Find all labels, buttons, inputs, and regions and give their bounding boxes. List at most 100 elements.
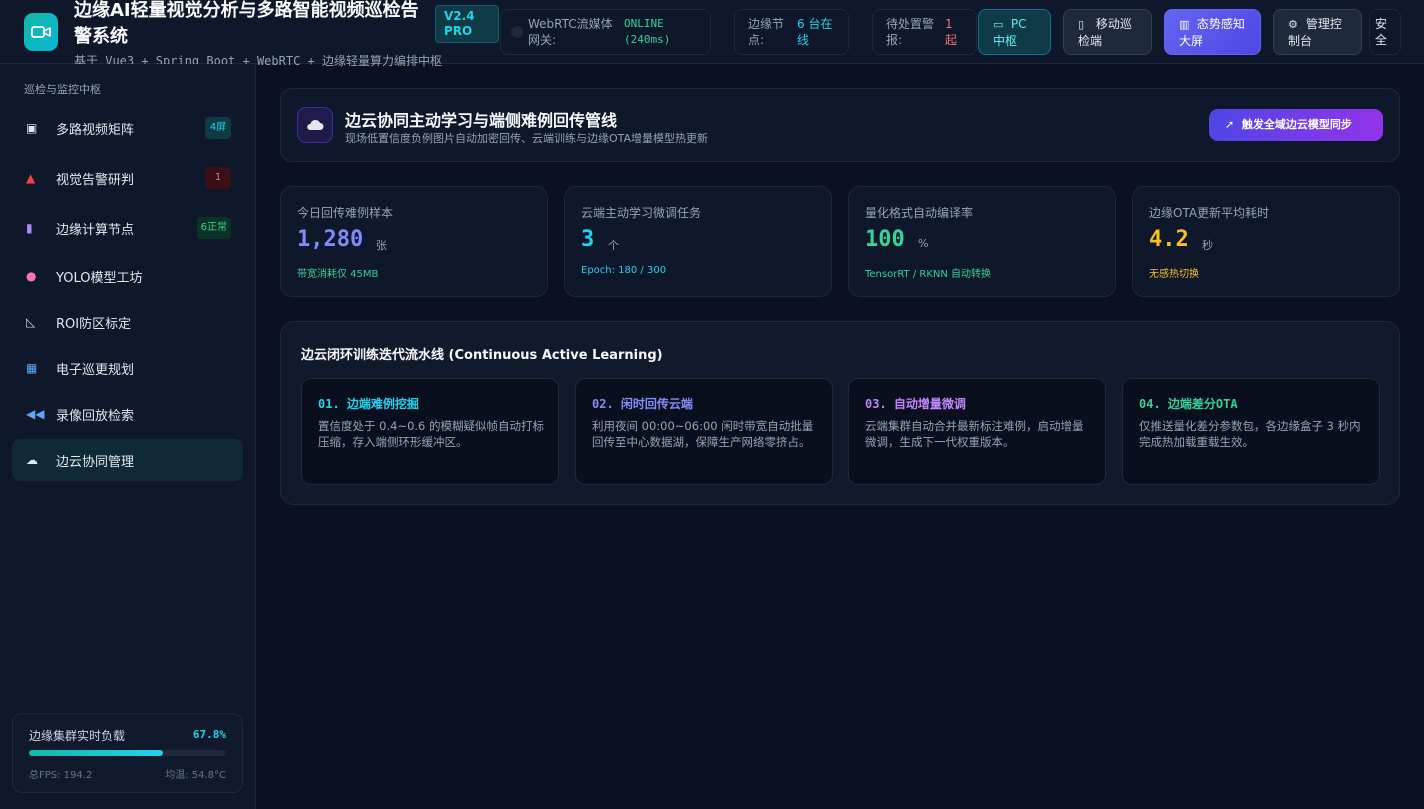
- camera-icon: ▣: [26, 121, 38, 135]
- pipeline-step-4: 04. 边端差分OTA 仅推送量化差分参数包，各边缘盒子 3 秒内完成热加载重载…: [1122, 378, 1380, 485]
- stat-card-ota-time: 边缘OTA更新平均耗时 4.2 秒 无感热切换: [1132, 186, 1400, 297]
- stat-card-compile-rate: 量化格式自动编译率 100 % TensorRT / RKNN 自动转换: [848, 186, 1116, 297]
- sidebar-item-label: ROI防区标定: [56, 316, 132, 332]
- stat-label: 今日回传难例样本: [297, 206, 394, 220]
- sidebar-item-label: 视觉告警研判: [56, 172, 135, 188]
- sidebar-heading: 巡检与监控中枢: [24, 83, 101, 96]
- ruler-icon: ◺: [26, 315, 36, 329]
- sidebar-item-video-matrix[interactable]: ▣ 多路视频矩阵 4屏: [12, 107, 243, 149]
- pipeline-title: 边云闭环训练迭代流水线 (Continuous Active Learning): [301, 348, 663, 363]
- stat-label: 云端主动学习微调任务: [581, 206, 702, 220]
- bar-chart-icon: ▥: [1179, 18, 1190, 31]
- step-title: 01. 边端难例挖掘: [318, 397, 419, 411]
- brain-icon: ●: [26, 269, 37, 283]
- page-subtitle: 现场低置信度负例图片自动加密回传、云端训练与边缘OTA增量模型热更新: [345, 132, 709, 145]
- stat-value: 1,280: [297, 227, 364, 252]
- cluster-load-fill: [29, 750, 163, 756]
- step-title: 04. 边端差分OTA: [1139, 397, 1238, 411]
- stat-note: 无感热切换: [1149, 269, 1199, 280]
- video-camera-logo-icon: [24, 13, 58, 51]
- phone-icon: ▯: [1078, 18, 1085, 31]
- sidebar-item-playback[interactable]: ◀◀ 录像回放检索: [12, 393, 243, 435]
- cluster-load-bar: [29, 750, 226, 756]
- sidebar-item-badge: 4屏: [205, 117, 231, 139]
- status-dot-icon: [511, 26, 523, 38]
- sidebar-item-label: 录像回放检索: [56, 408, 135, 424]
- version-badge: V2.4 PRO: [435, 5, 499, 43]
- sync-button-label: 触发全域边云模型同步: [1241, 118, 1352, 131]
- cluster-load-percent: 67.8%: [192, 728, 226, 741]
- stat-card-hard-samples: 今日回传难例样本 1,280 张 带宽消耗仅 45MB: [280, 186, 548, 297]
- sidebar-item-label: 电子巡更规划: [56, 362, 135, 378]
- stat-unit: 张: [376, 239, 387, 252]
- rocket-icon: ➚: [1225, 118, 1235, 131]
- sidebar-item-edge-cloud[interactable]: ☁ 边云协同管理: [12, 439, 243, 481]
- sidebar-item-roi-calibration[interactable]: ◺ ROI防区标定: [12, 301, 243, 343]
- page-banner: 边云协同主动学习与端侧难例回传管线 现场低置信度负例图片自动加密回传、云端训练与…: [280, 88, 1400, 162]
- stat-note: Epoch: 180 / 300: [581, 265, 667, 276]
- sidebar: 巡检与监控中枢 ▣ 多路视频矩阵 4屏 ▲ 视觉告警研判 1 ▮ 边缘计算节点 …: [0, 64, 256, 809]
- sidebar-item-label: 边缘计算节点: [56, 222, 135, 238]
- pipeline-step-1: 01. 边端难例挖掘 置信度处于 0.4~0.6 的模糊疑似帧自动打标压缩，存入…: [301, 378, 559, 485]
- edge-nodes-label: 边缘节点:: [748, 17, 785, 47]
- sidebar-item-label: 多路视频矩阵: [56, 122, 135, 138]
- sidebar-item-label: 边云协同管理: [56, 454, 135, 470]
- stat-unit: 秒: [1202, 239, 1213, 252]
- cluster-temperature: 均温: 54.8°C: [165, 770, 226, 781]
- sidebar-item-yolo-workshop[interactable]: ● YOLO模型工坊: [12, 255, 243, 297]
- webrtc-status: ONLINE (240ms): [624, 17, 671, 46]
- stat-label: 边缘OTA更新平均耗时: [1149, 206, 1270, 220]
- trigger-global-sync-button[interactable]: ➚ 触发全域边云模型同步: [1209, 109, 1383, 141]
- step-description: 仅推送量化差分参数包，各边缘盒子 3 秒内完成热加载重载生效。: [1139, 419, 1361, 449]
- security-button[interactable]: 安全: [1369, 9, 1401, 55]
- edge-nodes-status: 边缘节点: 6 台在线: [734, 9, 849, 55]
- stat-note: 带宽消耗仅 45MB: [297, 269, 379, 280]
- step-description: 置信度处于 0.4~0.6 的模糊疑似帧自动打标压缩，存入端侧环形缓冲区。: [318, 419, 545, 449]
- top-header: 边缘AI轻量视觉分析与多路智能视频巡检告警系统 基于 Vue3 + Spring…: [0, 0, 1424, 68]
- edge-nodes-value: 6 台在线: [797, 17, 833, 47]
- sidebar-item-edge-nodes[interactable]: ▮ 边缘计算节点 6正常: [12, 207, 243, 249]
- pc-hub-button[interactable]: ▭ PC 中枢: [978, 9, 1051, 55]
- rewind-icon: ◀◀: [26, 407, 45, 421]
- cluster-load-card: 边缘集群实时负载 67.8% 总FPS: 194.2 均温: 54.8°C: [12, 713, 243, 793]
- sidebar-item-badge: 6正常: [196, 217, 231, 239]
- sidebar-item-label: YOLO模型工坊: [56, 270, 143, 286]
- stat-value: 3: [581, 227, 595, 252]
- cluster-load-title: 边缘集群实时负载: [29, 729, 126, 743]
- step-title: 02. 闲时回传云端: [592, 397, 693, 411]
- stat-value: 4.2: [1149, 227, 1189, 252]
- cloud-icon: [297, 107, 333, 143]
- pipeline-step-3: 03. 自动增量微调 云端集群自动合并最新标注难例，启动增量微调，生成下一代权重…: [848, 378, 1106, 485]
- device-icon: ▮: [26, 221, 33, 235]
- mobile-inspection-button[interactable]: ▯ 移动巡检端: [1063, 9, 1152, 55]
- stat-unit: 个: [608, 239, 619, 252]
- sidebar-item-badge: 1: [205, 167, 231, 189]
- page-title: 边云协同主动学习与端侧难例回传管线: [345, 111, 618, 130]
- stat-label: 量化格式自动编译率: [865, 206, 974, 220]
- siren-icon: ▲: [26, 171, 36, 185]
- webrtc-gateway-status: WebRTC流媒体网关: ONLINE (240ms): [500, 9, 711, 55]
- pending-alerts-label: 待处置警报:: [886, 17, 935, 47]
- sidebar-item-alert-review[interactable]: ▲ 视觉告警研判 1: [12, 157, 243, 199]
- step-title: 03. 自动增量微调: [865, 397, 966, 411]
- cluster-fps: 总FPS: 194.2: [29, 770, 93, 781]
- pending-alerts-status: 待处置警报: 1 起: [872, 9, 977, 55]
- gear-icon: ⚙: [1288, 18, 1298, 31]
- pipeline-step-2: 02. 闲时回传云端 利用夜间 00:00~06:00 闲时带宽自动批量回传至中…: [575, 378, 833, 485]
- pending-alerts-value: 1 起: [945, 17, 958, 47]
- stat-card-finetune-tasks: 云端主动学习微调任务 3 个 Epoch: 180 / 300: [564, 186, 832, 297]
- cloud-icon: ☁: [26, 453, 38, 467]
- admin-console-button[interactable]: ⚙ 管理控制台: [1273, 9, 1362, 55]
- app-title: 边缘AI轻量视觉分析与多路智能视频巡检告警系统: [74, 0, 419, 47]
- stat-unit: %: [918, 237, 929, 250]
- stat-value: 100: [865, 227, 905, 252]
- situation-screen-button[interactable]: ▥ 态势感知大屏: [1164, 9, 1261, 55]
- map-icon: ▦: [26, 361, 38, 375]
- webrtc-label: WebRTC流媒体网关:: [528, 17, 613, 47]
- step-description: 利用夜间 00:00~06:00 闲时带宽自动批量回传至中心数据湖，保障生产网络…: [592, 419, 814, 449]
- sidebar-item-patrol-planning[interactable]: ▦ 电子巡更规划: [12, 347, 243, 389]
- stat-note: TensorRT / RKNN 自动转换: [865, 269, 992, 280]
- laptop-icon: ▭: [993, 18, 1004, 31]
- step-description: 云端集群自动合并最新标注难例，启动增量微调，生成下一代权重版本。: [865, 419, 1084, 449]
- active-learning-pipeline: 边云闭环训练迭代流水线 (Continuous Active Learning)…: [280, 321, 1400, 505]
